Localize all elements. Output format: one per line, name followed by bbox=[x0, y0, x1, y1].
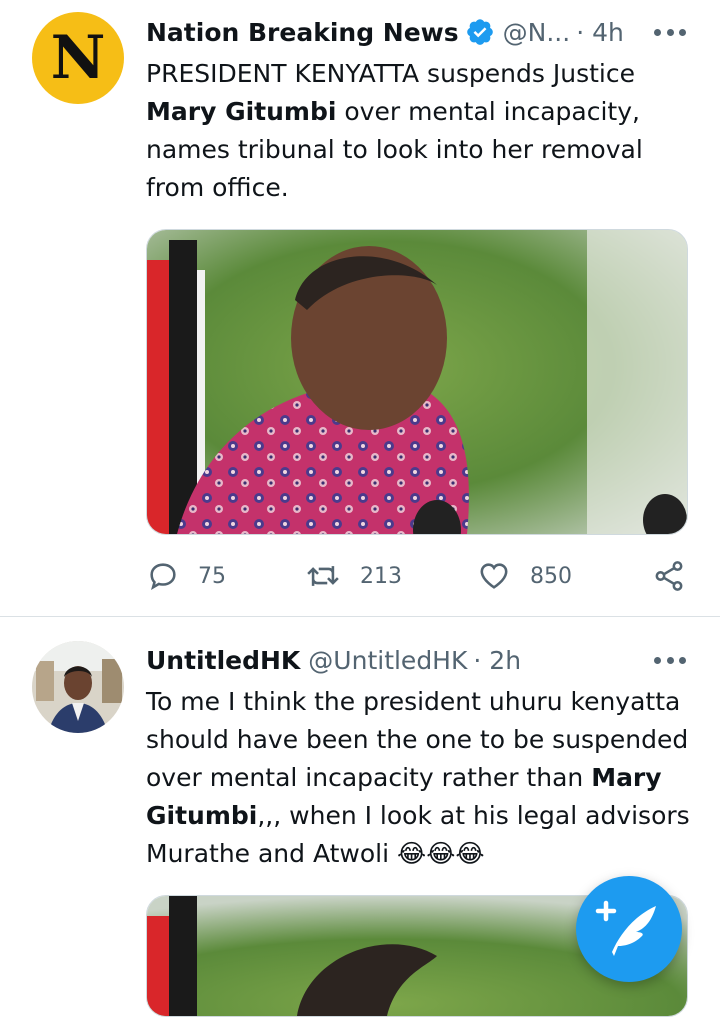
compose-tweet-button[interactable] bbox=[576, 876, 682, 982]
tweet-header: UntitledHK @UntitledHK · 2h bbox=[146, 642, 521, 678]
mention-bold: Mary Gitumbi bbox=[146, 97, 337, 126]
heart-icon bbox=[480, 563, 508, 589]
tweet-header: Nation Breaking News @N... · 4h bbox=[146, 14, 624, 50]
author-handle[interactable]: @N... bbox=[503, 18, 571, 47]
tweet-time[interactable]: · 4h bbox=[576, 18, 624, 47]
president-photo bbox=[147, 230, 687, 534]
more-options-icon[interactable] bbox=[654, 27, 686, 37]
tweet-nation-breaking-news[interactable]: N Nation Breaking News @N... · 4h PRESID… bbox=[0, 0, 720, 617]
like-button[interactable]: 850 bbox=[476, 558, 572, 594]
author-name[interactable]: UntitledHK bbox=[146, 646, 300, 675]
retweet-count: 213 bbox=[360, 563, 402, 589]
like-count: 850 bbox=[530, 563, 572, 589]
profile-photo bbox=[32, 641, 124, 733]
author-handle[interactable]: @UntitledHK bbox=[308, 646, 467, 675]
reply-button[interactable]: 75 bbox=[146, 558, 226, 594]
verified-badge-icon bbox=[466, 19, 493, 45]
share-icon bbox=[655, 561, 683, 591]
more-options-icon[interactable] bbox=[654, 655, 686, 665]
share-button[interactable] bbox=[652, 558, 704, 594]
tweet-photo[interactable] bbox=[146, 229, 688, 535]
tweet-time[interactable]: · 2h bbox=[473, 646, 521, 675]
retweet-icon bbox=[307, 566, 339, 586]
author-name[interactable]: Nation Breaking News bbox=[146, 18, 459, 47]
tweet-actions: 75 213 850 bbox=[146, 558, 690, 594]
reply-icon bbox=[150, 563, 176, 591]
tweet-text: PRESIDENT KENYATTA suspends Justice Mary… bbox=[146, 59, 643, 202]
tweet-text: To me I think the president uhuru kenyat… bbox=[146, 687, 690, 868]
retweet-button[interactable]: 213 bbox=[304, 558, 402, 594]
avatar-nation[interactable]: N bbox=[32, 12, 124, 104]
avatar-letter: N bbox=[50, 23, 106, 93]
avatar-untitledhk[interactable] bbox=[32, 641, 124, 733]
reply-count: 75 bbox=[198, 563, 226, 589]
compose-feather-icon bbox=[595, 900, 656, 956]
